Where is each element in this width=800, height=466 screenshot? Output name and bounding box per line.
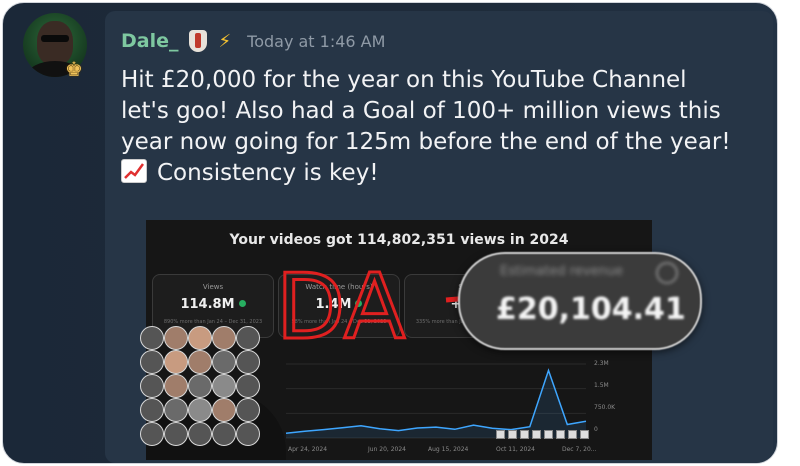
censor-dot	[236, 326, 260, 350]
censor-dot	[140, 326, 164, 350]
stat-value-text: 1.4M	[315, 297, 352, 312]
stat-value: 1.4M	[279, 297, 399, 312]
control-box[interactable]	[544, 430, 553, 439]
sunglasses-icon	[41, 35, 69, 42]
control-box[interactable]	[496, 430, 505, 439]
censor-dot	[212, 350, 236, 374]
message-line-2: let's goo! Also had a Goal of 100+ milli…	[121, 98, 721, 124]
check-icon	[355, 300, 363, 307]
censor-dot	[236, 398, 260, 422]
message-line-3: year now going for 125m before the end o…	[121, 129, 731, 155]
y-tick-label: 2.3M	[594, 360, 609, 367]
censor-dot	[188, 422, 212, 446]
censor-dot	[164, 374, 188, 398]
shield-badge-icon	[188, 30, 207, 52]
stat-value: 114.8M	[153, 297, 273, 312]
timestamp[interactable]: Today at 1:46 AM	[247, 32, 385, 51]
stat-comparison: 58% more than Jan 24 – Dec 31, 2023	[291, 319, 387, 325]
censor-dot	[140, 374, 164, 398]
control-box[interactable]	[532, 430, 541, 439]
message-header: Dale_ ⚡ Today at 1:46 AM	[121, 27, 385, 55]
info-icon	[656, 262, 678, 284]
control-box[interactable]	[568, 430, 577, 439]
x-tick-label: Aug 15, 2024	[428, 446, 469, 453]
analytics-title: Your videos got 114,802,351 views in 202…	[229, 232, 569, 248]
censor-dot	[212, 374, 236, 398]
chart-increasing-emoji	[121, 159, 147, 183]
censor-dot	[188, 374, 212, 398]
crown-icon: ♚	[65, 57, 83, 81]
censor-dot	[140, 398, 164, 422]
revenue-value: £20,104.41	[496, 292, 686, 327]
x-tick-label: Oct 11, 2024	[496, 446, 535, 453]
control-box[interactable]	[520, 430, 529, 439]
message-line-4: Consistency is key!	[121, 158, 761, 189]
censor-dot	[188, 398, 212, 422]
censor-dot	[188, 326, 212, 350]
censor-dot	[188, 350, 212, 374]
censor-dot	[164, 398, 188, 422]
revenue-label: Estimated revenue	[500, 264, 624, 279]
views-area	[286, 370, 586, 438]
censor-dot	[236, 374, 260, 398]
censor-dot	[164, 326, 188, 350]
censor-dot	[236, 350, 260, 374]
censor-dot	[164, 350, 188, 374]
stat-card-watch-time: Watch time (hours) 1.4M 58% more than Ja…	[278, 274, 400, 338]
stat-comparison: 890% more than Jan 24 – Dec 31, 2023	[163, 319, 263, 325]
chart-controls	[496, 430, 589, 439]
face-censor-grid	[140, 326, 280, 464]
x-tick-label: Apr 24, 2024	[288, 446, 328, 453]
censor-dot	[236, 422, 260, 446]
censor-dot	[140, 350, 164, 374]
censor-dot	[212, 398, 236, 422]
message-line-4-text: Consistency is key!	[157, 160, 379, 186]
censor-dot	[140, 422, 164, 446]
censor-dot	[212, 326, 236, 350]
y-tick-label: 1.5M	[594, 382, 609, 389]
y-tick-label: 0	[594, 426, 598, 433]
x-tick-label: Dec 7, 20...	[562, 446, 597, 453]
revenue-zoom-callout: Estimated revenue £20,104.41	[458, 252, 702, 350]
lightning-icon: ⚡	[218, 30, 232, 52]
y-tick-label: 750.0K	[594, 404, 616, 411]
message-line-1: Hit £20,000 for the year on this YouTube…	[121, 67, 687, 93]
control-box[interactable]	[508, 430, 517, 439]
username[interactable]: Dale_	[121, 30, 179, 52]
control-box[interactable]	[556, 430, 565, 439]
censor-dot	[164, 422, 188, 446]
censor-dot	[212, 422, 236, 446]
stat-label: Watch time (hours)	[305, 283, 373, 291]
message-body: Hit £20,000 for the year on this YouTube…	[121, 65, 761, 189]
control-box[interactable]	[580, 430, 589, 439]
x-tick-label: Jun 20, 2024	[368, 446, 407, 453]
stat-label: Views	[202, 283, 224, 291]
check-icon	[238, 300, 246, 307]
stat-value-text: 114.8M	[180, 297, 235, 312]
